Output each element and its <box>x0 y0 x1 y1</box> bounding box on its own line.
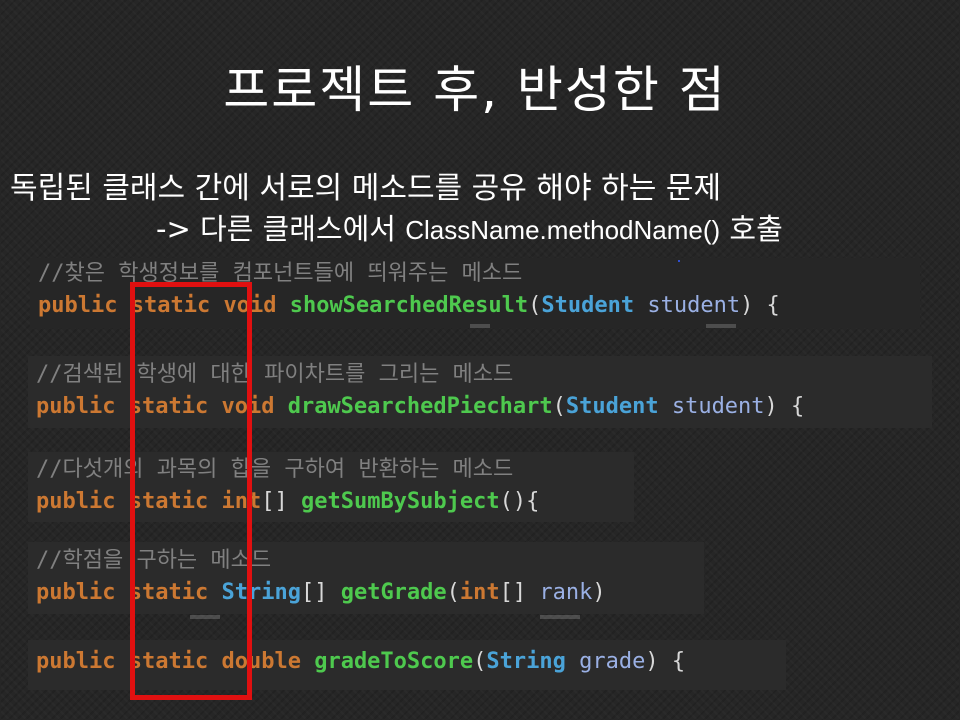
cropped-text-trace <box>540 615 580 619</box>
solution-prefix: -> 다른 클래스에서 <box>156 212 406 246</box>
solution-suffix: 호출 <box>720 212 783 246</box>
param-name: student <box>647 293 741 318</box>
open-paren: ( <box>552 394 566 419</box>
static-keyword-highlight-box <box>130 282 252 700</box>
open-paren: ( <box>528 293 542 318</box>
keyword-public: public <box>36 489 116 514</box>
keyword-public: public <box>38 293 118 318</box>
close-paren: ) { <box>645 649 686 674</box>
cropped-text-trace <box>706 324 736 328</box>
open-paren: ( <box>473 649 487 674</box>
keyword-public: public <box>36 580 116 605</box>
param-type: Student <box>541 293 635 318</box>
method-name: getSumBySubject <box>300 489 500 514</box>
code-snippet-get-sum-by-subject: //다섯개의 과목의 합을 구하여 반환하는 메소드 public static… <box>28 452 634 522</box>
array-brackets: [] <box>261 489 288 514</box>
param-brackets: [] <box>499 580 527 605</box>
cropped-text-trace <box>470 324 490 328</box>
code-signature: public static int[] getSumBySubject(){ <box>36 486 626 518</box>
slide-title: 프로젝트 후, 반성한 점 <box>223 61 727 119</box>
param-type: Student <box>565 394 659 419</box>
array-brackets: [] <box>300 580 328 605</box>
method-name: showSearchedResult <box>289 293 529 318</box>
solution-statement: -> 다른 클래스에서 ClassName.methodName() 호출 <box>156 210 783 249</box>
close-paren: ) <box>592 580 606 605</box>
method-name: getGrade <box>340 580 447 605</box>
keyword-public: public <box>36 394 116 419</box>
open-paren: ( <box>446 580 460 605</box>
code-comment: //다섯개의 과목의 합을 구하여 반환하는 메소드 <box>36 457 514 482</box>
method-name: gradeToScore <box>314 649 474 674</box>
param-type: String <box>486 649 566 674</box>
problem-statement: 독립된 클래스 간에 서로의 메소드를 공유 해야 하는 문제 <box>10 171 722 206</box>
keyword-public: public <box>36 649 116 674</box>
param-name: grade <box>579 649 646 674</box>
close-paren: ) { <box>740 293 780 318</box>
method-rest: (){ <box>499 489 540 514</box>
param-name: rank <box>539 580 593 605</box>
param-name: student <box>671 394 765 419</box>
param-type: int <box>459 580 500 605</box>
stray-mark <box>678 260 680 262</box>
solution-code: ClassName.methodName() <box>405 215 721 245</box>
method-name: drawSearchedPiechart <box>287 394 553 419</box>
close-paren: ) { <box>764 394 805 419</box>
